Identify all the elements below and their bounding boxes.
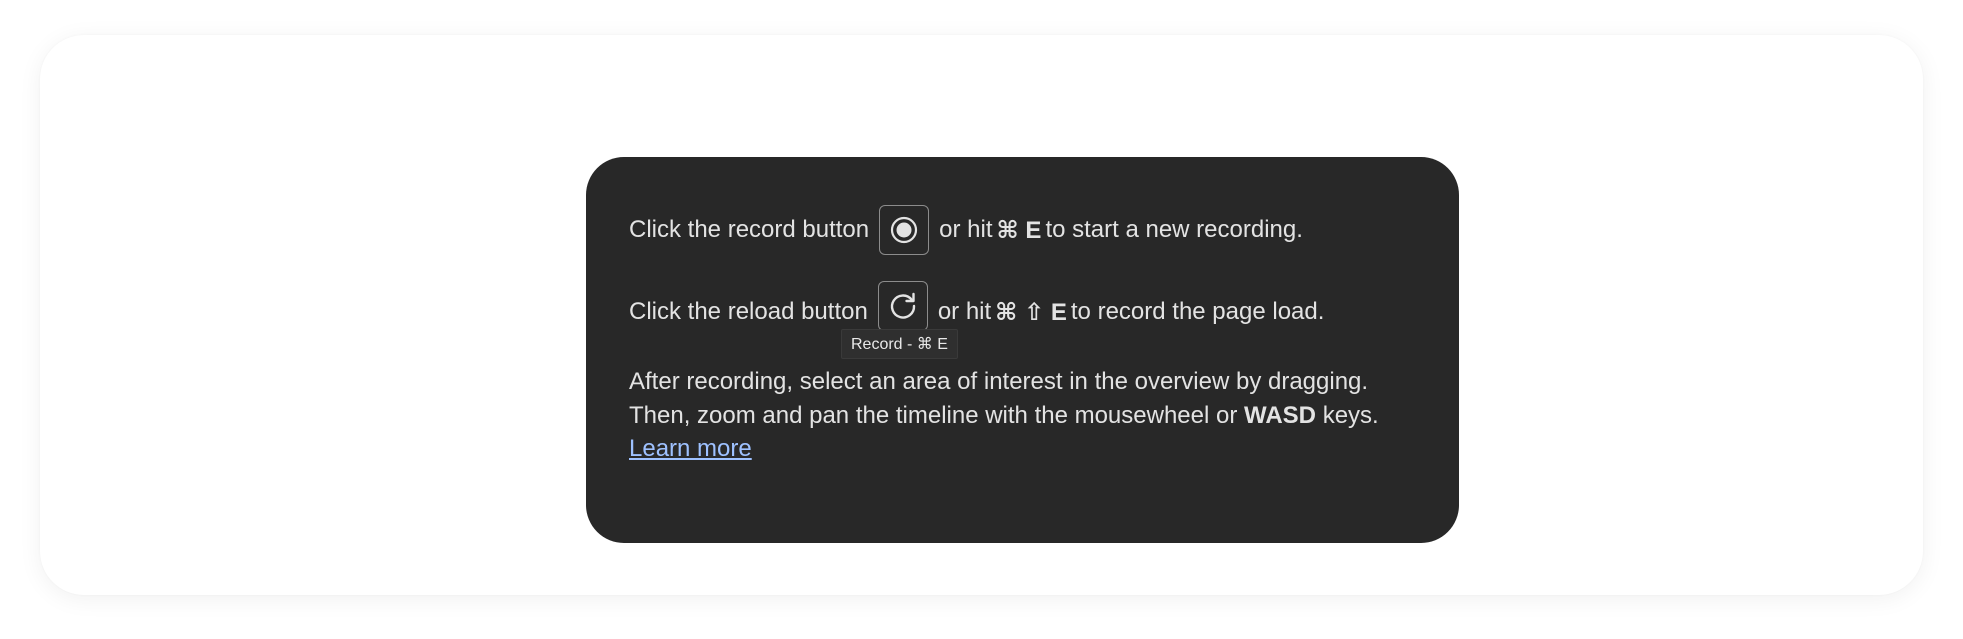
reload-instruction: Click the reload button or hit ⌘ ⇧ E to … — [629, 281, 1325, 338]
reload-instruction-suffix: to record the page load. — [1070, 298, 1325, 325]
after-recording-line-2-suffix: keys. — [1322, 401, 1379, 429]
record-tooltip: Record - ⌘ E — [841, 329, 958, 359]
after-recording-line-2: Then, zoom and pan the timeline with the… — [629, 399, 1379, 433]
reload-icon — [890, 292, 916, 319]
reload-button[interactable] — [877, 281, 928, 331]
reload-instruction-middle: or hit — [937, 298, 992, 325]
record-instruction: Click the record button or hit ⌘ E to st… — [629, 204, 1303, 256]
reload-instruction-prefix: Click the reload button — [629, 298, 868, 325]
record-button[interactable] — [879, 205, 930, 255]
learn-more-link[interactable]: Learn more — [629, 435, 752, 462]
record-instruction-middle: or hit — [939, 216, 993, 243]
record-icon — [891, 216, 918, 244]
empty-state-panel: Click the record button or hit ⌘ E to st… — [586, 157, 1459, 543]
outer-card: Click the record button or hit ⌘ E to st… — [40, 35, 1923, 595]
reload-shortcut: ⌘ ⇧ E — [995, 298, 1067, 326]
record-instruction-prefix: Click the record button — [629, 216, 870, 243]
after-recording-instructions: After recording, select an area of inter… — [629, 365, 1379, 466]
record-shortcut: ⌘ E — [996, 216, 1042, 244]
after-recording-line-2-prefix: Then, zoom and pan the timeline with the… — [629, 401, 1238, 429]
after-recording-line-1: After recording, select an area of inter… — [629, 368, 1369, 395]
record-instruction-suffix: to start a new recording. — [1045, 216, 1303, 243]
wasd-keys: WASD — [1244, 401, 1317, 429]
